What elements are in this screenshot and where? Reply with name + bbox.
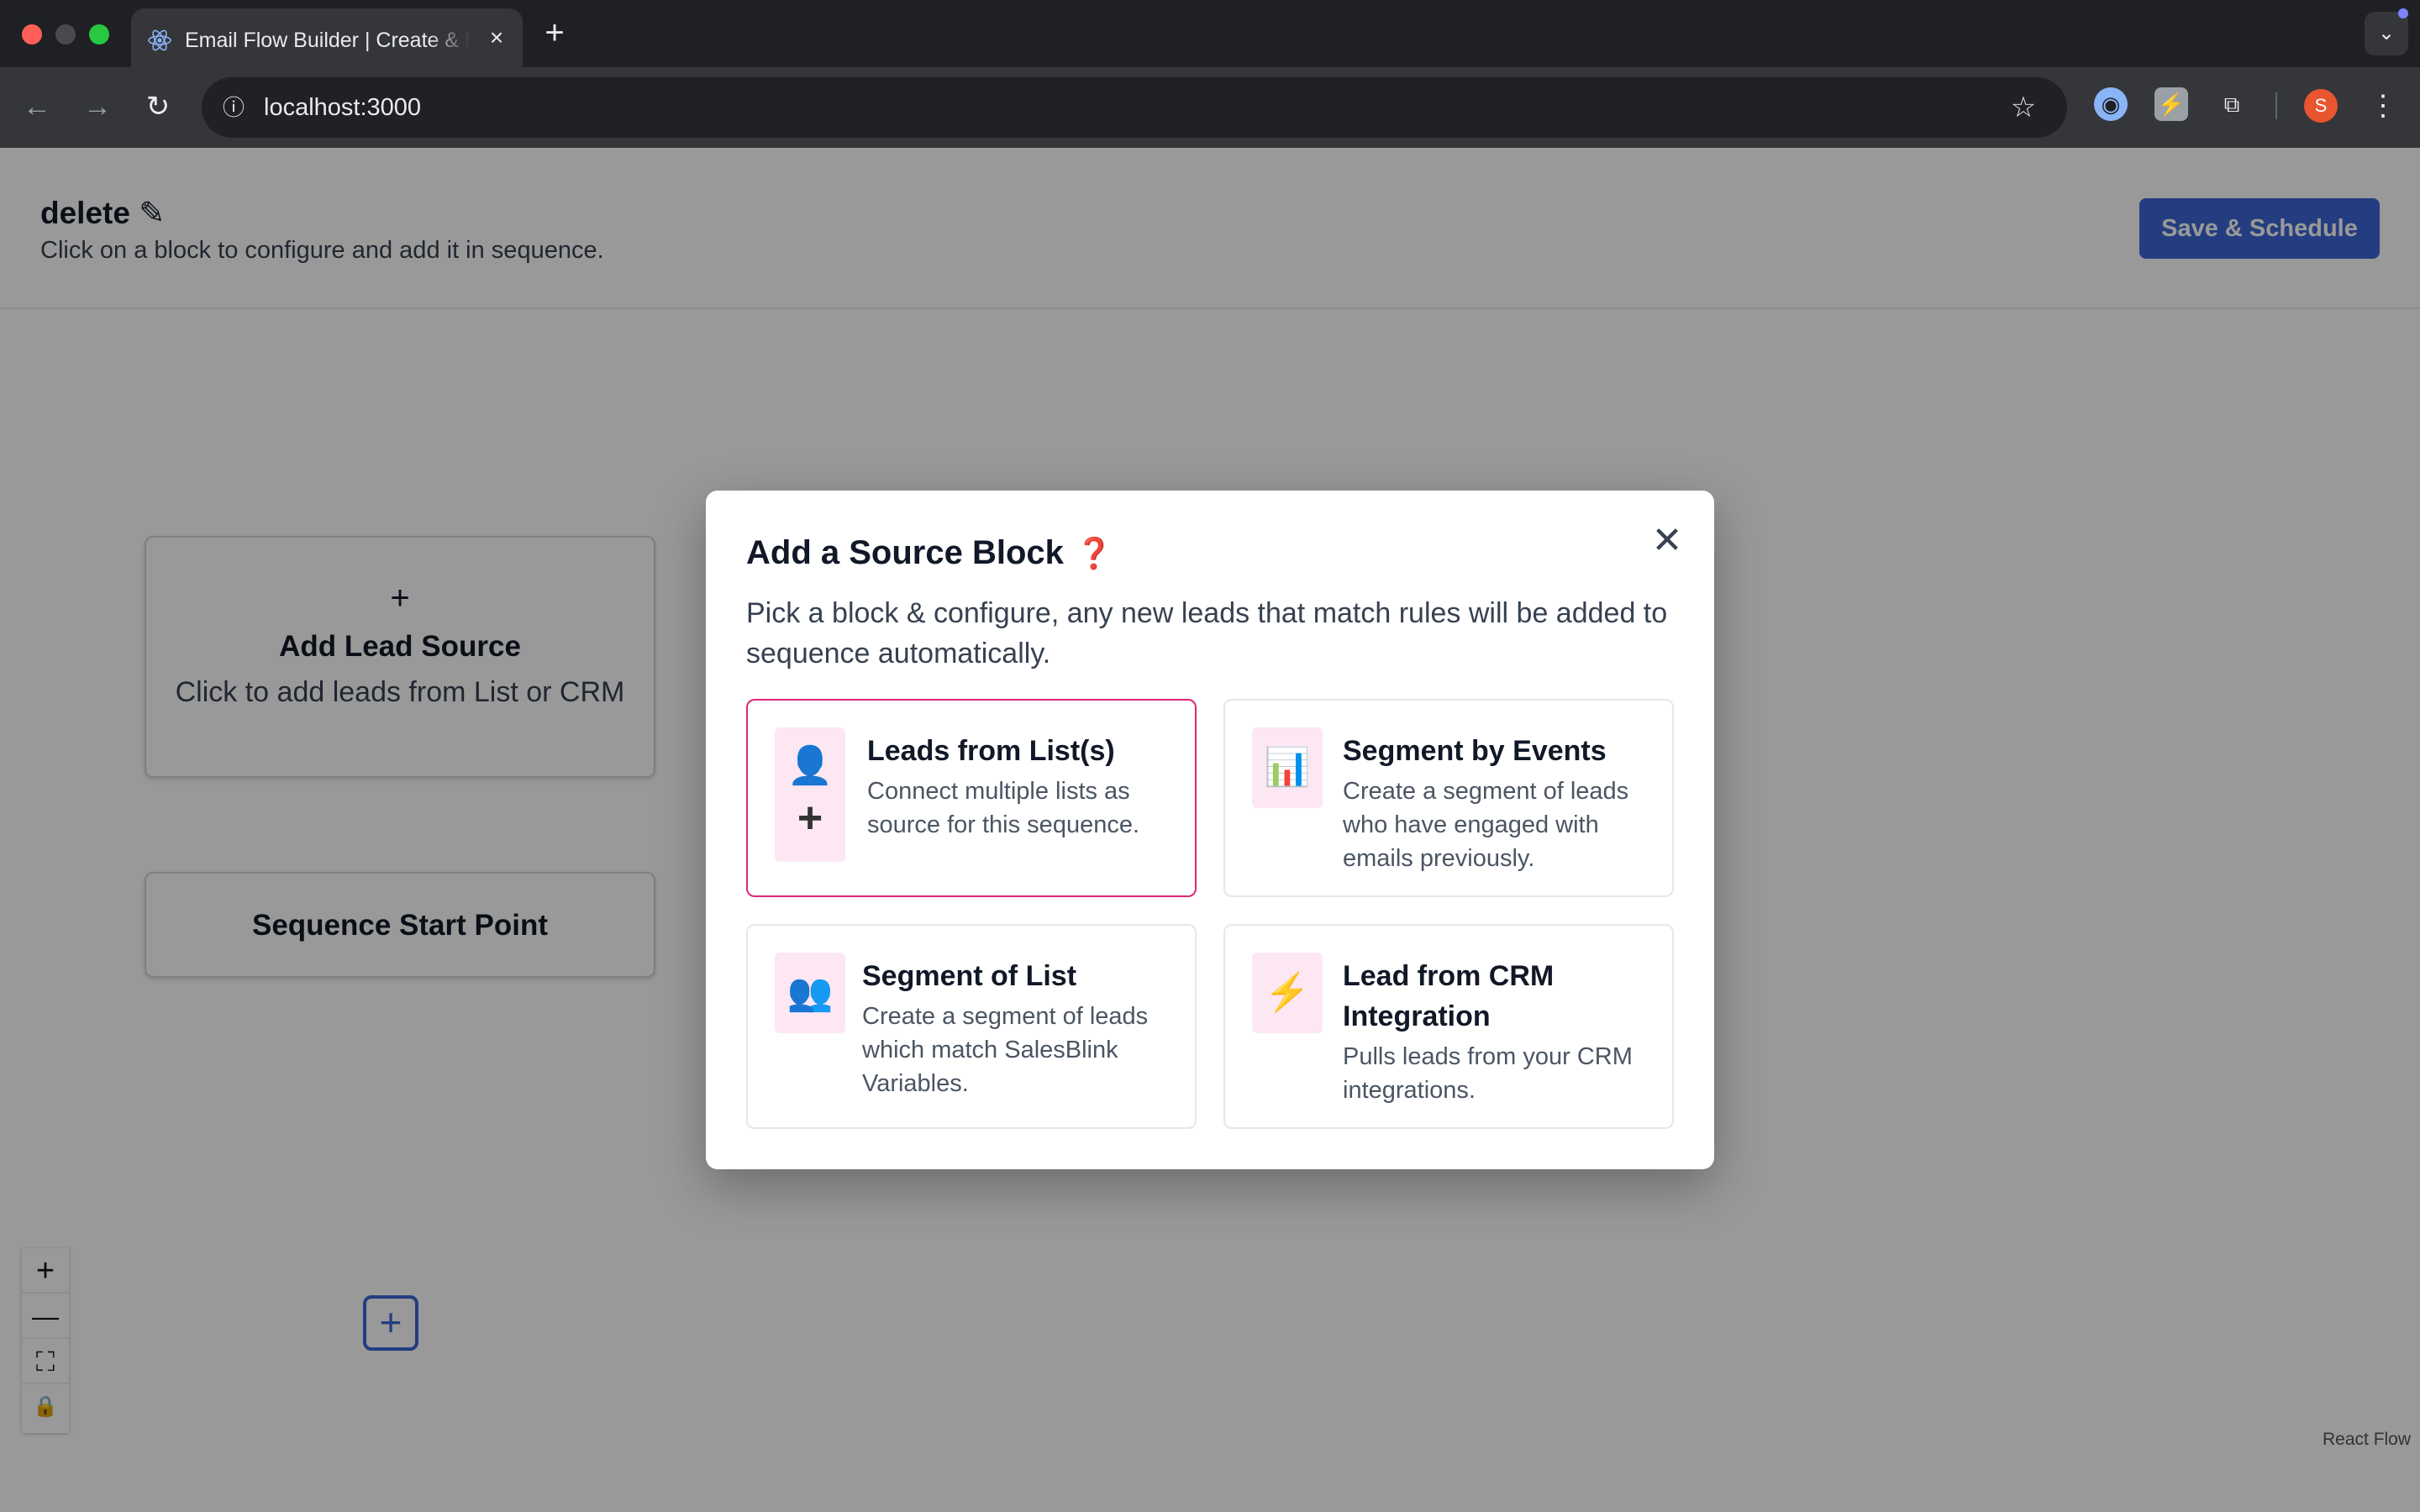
card-description: Create a segment of leads which match Sa…: [862, 1003, 1149, 1097]
window-close-button[interactable]: [22, 24, 42, 45]
window-minimize-button[interactable]: [55, 24, 76, 45]
modal-title-text: Add a Source Block: [746, 534, 1064, 571]
people-icon: 👥: [775, 953, 845, 1033]
puzzle-extensions-icon[interactable]: ⧉: [2215, 87, 2249, 121]
person-icon: 👤: [786, 745, 834, 786]
extension-icon[interactable]: ⚡: [2154, 87, 2188, 121]
extension-icon[interactable]: ◉: [2094, 87, 2128, 121]
url-text[interactable]: localhost:3000: [264, 94, 421, 122]
toolbar-divider: [2275, 92, 2277, 119]
reload-icon[interactable]: ↻: [138, 87, 178, 128]
site-info-icon[interactable]: ⓘ: [215, 89, 252, 126]
help-question-icon[interactable]: ❓: [1076, 536, 1113, 570]
browser-menu-icon[interactable]: ⋮: [2366, 87, 2400, 124]
browser-tab[interactable]: Email Flow Builder | Create & Manage Ema…: [131, 8, 523, 67]
card-segment-by-events[interactable]: 📊 Segment by Events Create a segment of …: [1223, 699, 1674, 897]
bar-chart-icon: 📊: [1252, 727, 1323, 808]
profile-avatar[interactable]: S: [2304, 89, 2338, 123]
card-segment-of-list[interactable]: 👥 Segment of List Create a segment of le…: [746, 924, 1197, 1129]
card-title: Lead from CRM Integration: [1343, 960, 1555, 1032]
card-title: Segment by Events: [1343, 735, 1607, 767]
modal-title: Add a Source Block ❓: [746, 534, 1113, 572]
card-title: Leads from List(s): [867, 735, 1115, 767]
card-description: Pulls leads from your CRM integrations.: [1343, 1043, 1633, 1104]
bookmark-star-icon[interactable]: ☆: [2005, 89, 2042, 126]
add-source-modal: Add a Source Block ❓ ✕ Pick a block & con…: [706, 491, 1714, 1169]
close-icon[interactable]: ✕: [1645, 519, 1689, 563]
card-description: Create a segment of leads who have engag…: [1343, 778, 1629, 872]
browser-tab-strip: Email Flow Builder | Create & Manage Ema…: [0, 0, 2420, 67]
window-maximize-button[interactable]: [89, 24, 109, 45]
card-description: Connect multiple lists as source for thi…: [867, 778, 1140, 838]
address-bar[interactable]: ⓘ localhost:3000 ☆: [202, 77, 2067, 138]
tab-title: Email Flow Builder | Create & Manage Ema…: [185, 29, 471, 52]
plus-icon: +: [797, 794, 823, 843]
card-title: Segment of List: [862, 960, 1077, 992]
forward-arrow-icon[interactable]: →: [77, 87, 118, 128]
react-logo-icon: [148, 29, 171, 51]
card-lead-from-crm[interactable]: ⚡ Lead from CRM Integration Pulls leads …: [1223, 924, 1674, 1129]
card-leads-from-lists[interactable]: 👤 + Leads from List(s) Connect multiple …: [746, 699, 1197, 897]
browser-toolbar: ← → ↻ ⓘ localhost:3000 ☆: [0, 67, 2420, 148]
modal-description: Pick a block & configure, any new leads …: [746, 597, 1668, 669]
new-tab-button[interactable]: +: [538, 16, 571, 50]
back-arrow-icon[interactable]: ←: [17, 87, 57, 128]
tab-close-icon[interactable]: ×: [482, 24, 511, 52]
lightning-icon: ⚡: [1252, 953, 1323, 1033]
notification-dot: [2398, 8, 2408, 18]
person-add-icon: 👤 +: [775, 727, 845, 862]
